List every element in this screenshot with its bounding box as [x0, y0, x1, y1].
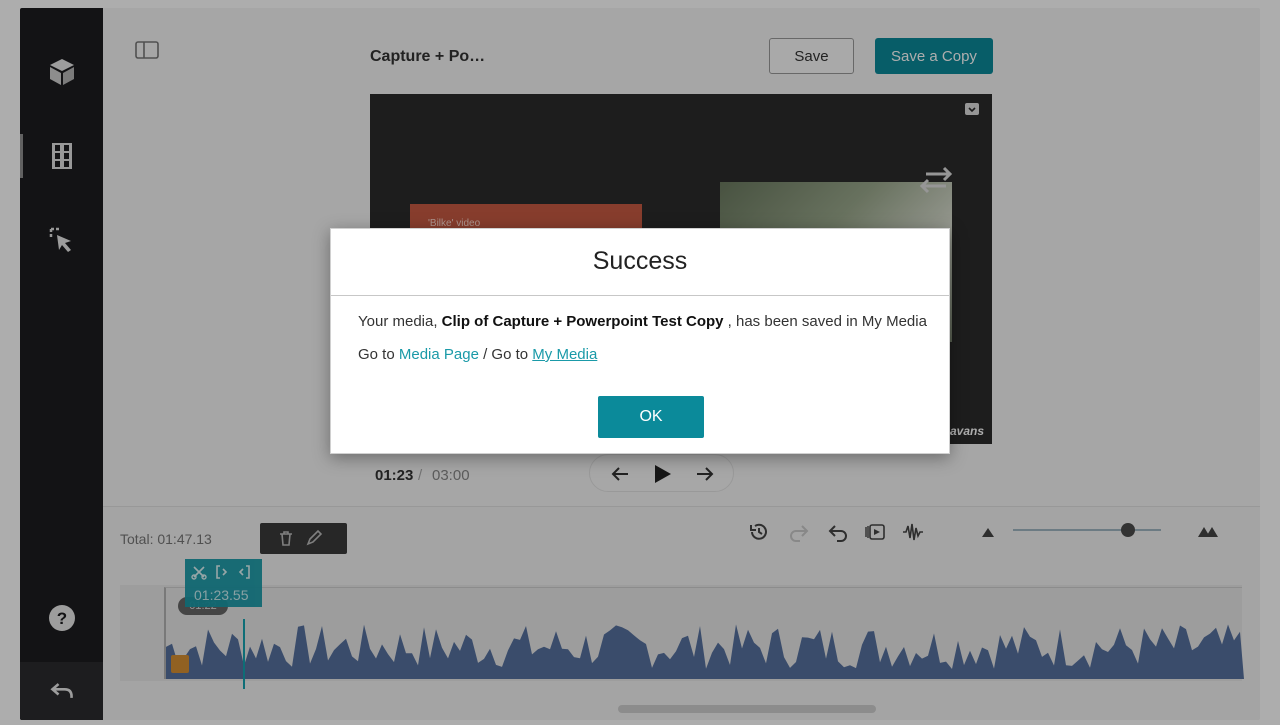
goto-prefix: Go to [358, 346, 399, 363]
message-suffix: , has been saved in My Media [723, 313, 927, 330]
ok-button[interactable]: OK [598, 396, 704, 438]
dialog-title: Success [592, 247, 688, 275]
my-media-link[interactable]: My Media [532, 346, 597, 363]
message-prefix: Your media, [358, 313, 442, 330]
success-dialog: Success Your media, Clip of Capture + Po… [330, 228, 950, 454]
media-name: Clip of Capture + Powerpoint Test Copy [441, 313, 724, 330]
media-page-link[interactable]: Media Page [399, 346, 479, 363]
goto-middle: / Go to [478, 346, 533, 363]
dialog-message: Your media, Clip of Capture + Powerpoint… [358, 313, 927, 330]
dialog-links: Go to Media Page / Go to My Media [358, 346, 597, 363]
dialog-divider [331, 295, 949, 296]
